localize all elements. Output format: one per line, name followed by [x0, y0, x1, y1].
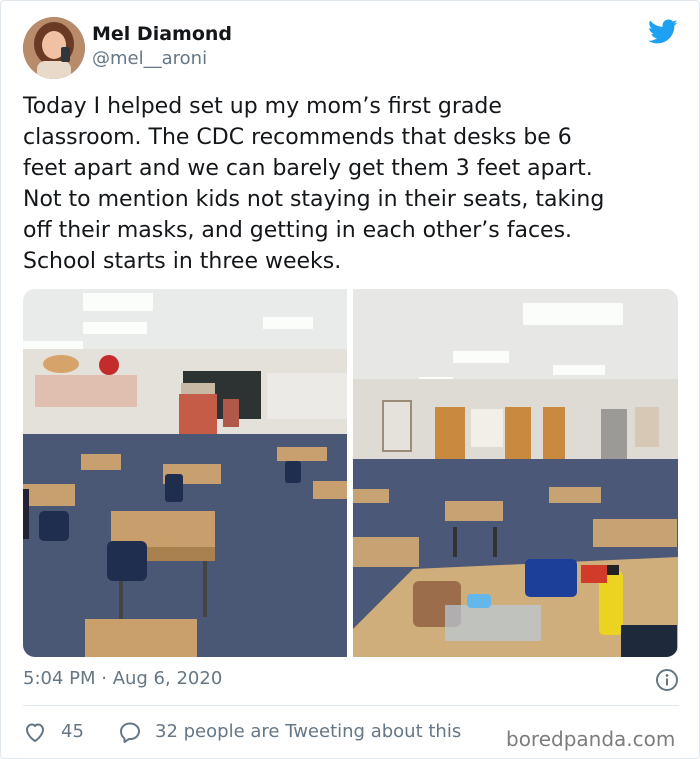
like-count[interactable]: 45 [61, 721, 84, 742]
author-name[interactable]: Mel Diamond [92, 23, 232, 45]
classroom-photo-left[interactable] [23, 289, 347, 657]
heart-icon[interactable] [23, 720, 47, 744]
tweet-text: Today I helped set up my mom’s first gra… [23, 91, 683, 277]
info-icon[interactable] [655, 668, 679, 692]
tweet-line: feet apart and we can barely get them 3 … [23, 156, 593, 181]
classroom-photo-right[interactable] [353, 289, 678, 657]
tweet-line: off their masks, and getting in each oth… [23, 218, 573, 243]
tweet-line: Today I helped set up my mom’s first gra… [23, 94, 502, 119]
tweet-card: Mel Diamond @mel__aroni Today I helped s… [0, 0, 700, 759]
classroom-image-right [353, 289, 678, 657]
avatar[interactable] [23, 17, 85, 79]
tweet-timestamp[interactable]: 5:04 PM · Aug 6, 2020 [23, 668, 222, 689]
speech-bubble-icon[interactable] [118, 720, 142, 744]
tweet-line: classroom. The CDC recommends that desks… [23, 125, 572, 150]
tweet-line: Not to mention kids not staying in their… [23, 187, 605, 212]
twitter-bird-icon[interactable] [648, 19, 678, 45]
classroom-image-left [23, 289, 347, 657]
avatar-photo [23, 17, 85, 79]
tweet-line: School starts in three weeks. [23, 249, 342, 274]
watermark: boredpanda.com [506, 727, 676, 751]
author-handle[interactable]: @mel__aroni [92, 48, 207, 69]
tweeting-about-link[interactable]: 32 people are Tweeting about this [155, 721, 461, 742]
divider [23, 705, 679, 706]
